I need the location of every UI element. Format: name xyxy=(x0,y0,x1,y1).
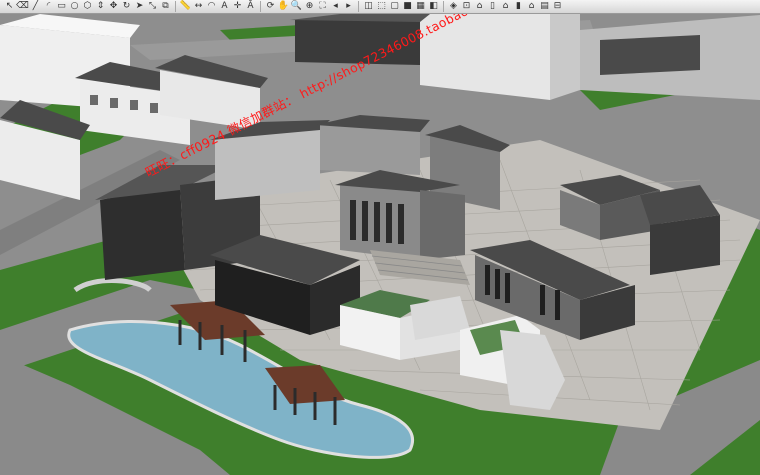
front-view-icon[interactable]: ⌂ xyxy=(474,1,485,12)
left-view-icon[interactable]: ▮ xyxy=(513,1,524,12)
monochrome-icon[interactable]: ◧ xyxy=(428,1,439,12)
x-ray-icon[interactable]: ◫ xyxy=(363,1,374,12)
offset-icon[interactable]: ⧉ xyxy=(160,1,171,12)
shaded-icon[interactable]: ■ xyxy=(402,1,413,12)
hidden-line-icon[interactable]: ▢ xyxy=(389,1,400,12)
back-view-icon[interactable]: ⌂ xyxy=(500,1,511,12)
toolbar-separator xyxy=(358,1,359,12)
rotate-icon[interactable]: ↻ xyxy=(121,1,132,12)
right-view-icon[interactable]: ▯ xyxy=(487,1,498,12)
toolbar-separator xyxy=(260,1,261,12)
3d-text-icon[interactable]: Ā xyxy=(245,1,256,12)
components-icon[interactable]: ▤ xyxy=(539,1,550,12)
pan-icon[interactable]: ✋ xyxy=(278,1,289,12)
wireframe-icon[interactable]: ⬚ xyxy=(376,1,387,12)
line-icon[interactable]: ╱ xyxy=(30,1,41,12)
warehouse-icon[interactable]: ⌂ xyxy=(526,1,537,12)
scene-3d-render[interactable] xyxy=(0,14,760,475)
move-icon[interactable]: ✥ xyxy=(108,1,119,12)
tape-measure-icon[interactable]: 📏 xyxy=(180,1,191,12)
zoom-window-icon[interactable]: ⊕ xyxy=(304,1,315,12)
select-icon[interactable]: ↖ xyxy=(4,1,15,12)
sketchup-app: ↖ ⌫ ╱ ◜ ▭ ○ ⬡ ⇕ ✥ ↻ ➤ ⤡ ⧉ 📏 ↔ ◠ A ✛ Ā ⟳ ✋ 🔍 ⊕ ⛶ ◂ ▸ ◫ ⬚ ▢ ■ ▦ ◧ ◈ ⊡ ⌂ ▯ ⌂ ▮ ⌂ ▤… xyxy=(0,0,760,475)
circle-icon[interactable]: ○ xyxy=(69,1,80,12)
top-view-icon[interactable]: ⊡ xyxy=(461,1,472,12)
tall-block-building xyxy=(420,14,580,100)
commercial-building xyxy=(580,15,760,100)
polygon-icon[interactable]: ⬡ xyxy=(82,1,93,12)
sections-icon[interactable]: ⊟ xyxy=(552,1,563,12)
push-pull-icon[interactable]: ⇕ xyxy=(95,1,106,12)
rectangle-icon[interactable]: ▭ xyxy=(56,1,67,12)
toolbar-separator xyxy=(175,1,176,12)
dimension-icon[interactable]: ↔ xyxy=(193,1,204,12)
shaded-textures-icon[interactable]: ▦ xyxy=(415,1,426,12)
axes-icon[interactable]: ✛ xyxy=(232,1,243,12)
follow-me-icon[interactable]: ➤ xyxy=(134,1,145,12)
previous-view-icon[interactable]: ◂ xyxy=(330,1,341,12)
main-toolbar: ↖ ⌫ ╱ ◜ ▭ ○ ⬡ ⇕ ✥ ↻ ➤ ⤡ ⧉ 📏 ↔ ◠ A ✛ Ā ⟳ ✋ 🔍 ⊕ ⛶ ◂ ▸ ◫ ⬚ ▢ ■ ▦ ◧ ◈ ⊡ ⌂ ▯ ⌂ ▮ ⌂ ▤… xyxy=(0,0,760,14)
orbit-icon[interactable]: ⟳ xyxy=(265,1,276,12)
toolbar-separator xyxy=(443,1,444,12)
iso-view-icon[interactable]: ◈ xyxy=(448,1,459,12)
protractor-icon[interactable]: ◠ xyxy=(206,1,217,12)
scale-icon[interactable]: ⤡ xyxy=(147,1,158,12)
next-view-icon[interactable]: ▸ xyxy=(343,1,354,12)
zoom-extents-icon[interactable]: ⛶ xyxy=(317,1,328,12)
eraser-icon[interactable]: ⌫ xyxy=(16,1,29,12)
gabled-pavilion-building xyxy=(335,170,465,260)
commercial-building xyxy=(290,14,430,65)
text-icon[interactable]: A xyxy=(219,1,230,12)
zoom-icon[interactable]: 🔍 xyxy=(291,1,302,12)
arc-icon[interactable]: ◜ xyxy=(43,1,54,12)
model-viewport[interactable]: 旺旺：cff0924 微信加群站： http://shop72346008.ta… xyxy=(0,0,760,475)
